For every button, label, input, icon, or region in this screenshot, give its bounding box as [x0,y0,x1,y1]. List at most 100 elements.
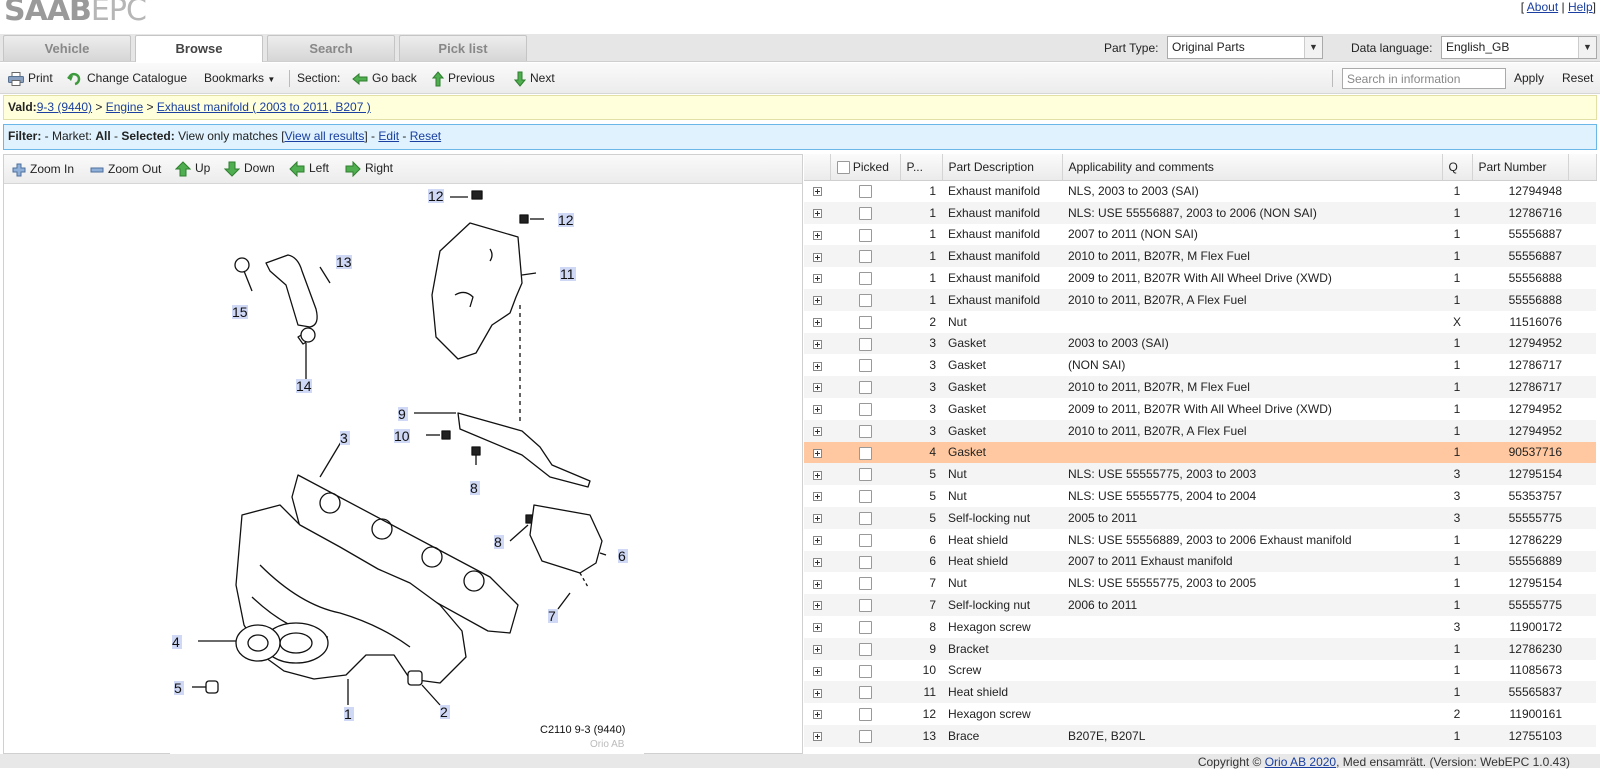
table-row[interactable]: 2 Nut X 11516076 [804,311,1596,333]
zoom-out-button[interactable]: Zoom Out [90,162,161,177]
table-row[interactable]: 3 Gasket (NON SAI) 1 12786717 [804,354,1596,376]
about-link[interactable]: About [1527,0,1558,14]
expand-plus-icon[interactable] [812,666,822,676]
table-row[interactable]: 11 Heat shield 1 55565837 [804,681,1596,704]
picked-checkbox[interactable] [858,577,872,591]
data-language-select[interactable]: English_GB ▼ [1441,36,1597,59]
callout-3[interactable]: 3 [340,430,348,446]
picked-cell[interactable] [830,398,900,420]
change-catalogue-button[interactable]: Change Catalogue [67,71,187,86]
table-row[interactable]: 6 Heat shield NLS: USE 55556889, 2003 to 2… [804,529,1596,551]
tab-browse[interactable]: Browse [135,35,263,62]
expand-cell[interactable] [804,485,830,507]
apply-button[interactable]: Apply [1514,71,1544,85]
picked-cell[interactable] [830,572,900,594]
print-button[interactable]: Print [8,71,53,86]
picked-cell[interactable] [830,506,900,529]
expand-cell[interactable] [804,398,830,420]
callout-15[interactable]: 15 [232,304,248,320]
picked-checkbox[interactable] [858,621,872,634]
picked-cell[interactable] [830,311,900,333]
bookmarks-menu[interactable]: Bookmarks ▼ [204,71,275,85]
callout-14[interactable]: 14 [296,378,312,394]
expand-cell[interactable] [804,529,830,551]
pan-left-button[interactable]: Left [289,161,329,177]
expand-plus-icon[interactable] [812,579,822,589]
expand-cell[interactable] [804,703,830,725]
breadcrumb-section-link[interactable]: Exhaust manifold ( 2003 to 2011, B207 ) [157,100,371,114]
table-row[interactable]: 5 Self-locking nut 2005 to 2011 3 55555775 [804,506,1596,529]
picked-checkbox[interactable] [858,555,872,569]
expand-plus-icon[interactable] [812,688,822,698]
expand-cell[interactable] [804,550,830,573]
picked-cell[interactable] [830,354,900,376]
orio-link[interactable]: Orio AB 2020 [1265,755,1336,769]
expand-plus-icon[interactable] [812,230,822,240]
callout-8[interactable]: 8 [470,480,478,496]
expand-cell[interactable] [804,681,830,704]
picked-cell[interactable] [830,681,900,704]
picked-cell[interactable] [830,529,900,551]
expand-cell[interactable] [804,245,830,268]
pan-right-button[interactable]: Right [345,161,393,177]
table-row[interactable]: 1 Exhaust manifold 2010 to 2011, B207R, M … [804,245,1596,268]
picked-checkbox[interactable] [858,490,872,504]
expand-cell[interactable] [804,506,830,529]
callout-5[interactable]: 5 [174,680,182,696]
expand-plus-icon[interactable] [812,644,822,654]
table-row[interactable]: 1 Exhaust manifold 2010 to 2011, B207R, A … [804,288,1596,311]
picked-checkbox[interactable] [858,337,872,351]
expand-cell[interactable] [804,332,830,355]
expand-cell[interactable] [804,201,830,224]
picked-cell[interactable] [830,376,900,398]
picked-cell[interactable] [830,267,900,289]
zoom-in-button[interactable]: Zoom In [12,162,74,177]
callout-1[interactable]: 1 [344,706,352,722]
exploded-parts-diagram[interactable]: 12 12 13 11 15 14 9 10 3 8 8 6 7 4 5 1 2… [170,185,644,755]
expand-cell[interactable] [804,637,830,660]
tab-search[interactable]: Search [267,35,395,61]
picked-checkbox[interactable] [858,403,872,417]
applicability-column-header[interactable]: Applicability and comments [1062,154,1443,181]
picked-checkbox[interactable] [858,250,872,264]
expand-plus-icon[interactable] [812,318,822,327]
callout-7[interactable]: 7 [548,608,556,624]
previous-button[interactable]: Previous [432,71,495,87]
table-row[interactable]: 5 Nut NLS: USE 55555775, 2004 to 2004 3 5535… [804,485,1596,507]
quantity-column-header[interactable]: Q [1442,154,1473,181]
select-all-checkbox[interactable] [836,160,850,174]
expand-plus-icon[interactable] [812,623,822,633]
picked-cell[interactable] [830,245,900,268]
callout-13[interactable]: 13 [336,254,352,270]
picked-cell[interactable] [830,463,900,486]
breadcrumb-model-link[interactable]: 9-3 (9440) [37,100,92,114]
picked-checkbox[interactable] [858,708,872,722]
expand-cell[interactable] [804,419,830,442]
search-input[interactable] [1342,68,1506,89]
tab-vehicle[interactable]: Vehicle [3,35,131,61]
table-row[interactable]: 3 Gasket 2010 to 2011, B207R, M Flex Fuel 1… [804,376,1596,398]
picked-checkbox[interactable] [858,686,872,700]
go-back-button[interactable]: Go back [352,71,417,85]
expand-cell[interactable] [804,376,830,398]
expand-plus-icon[interactable] [812,252,822,262]
expand-plus-icon[interactable] [812,209,822,219]
expand-plus-icon[interactable] [812,339,822,349]
table-row[interactable]: 13 Brace B207E, B207L 1 12755103 [804,724,1596,747]
callout-10[interactable]: 10 [394,428,410,444]
picked-checkbox[interactable] [858,468,872,482]
table-row[interactable]: 7 Nut NLS: USE 55555775, 2003 to 2005 1 1279… [804,572,1596,594]
picked-cell[interactable] [830,616,900,638]
expand-plus-icon[interactable] [812,405,822,415]
help-link[interactable]: Help [1568,0,1593,14]
table-row[interactable]: 8 Hexagon screw 3 11900172 [804,616,1596,638]
picked-cell[interactable] [830,332,900,355]
expand-cell[interactable] [804,616,830,638]
picked-cell[interactable] [830,703,900,725]
expand-plus-icon[interactable] [812,274,822,284]
picked-checkbox[interactable] [858,599,872,613]
table-row[interactable]: 1 Exhaust manifold 2007 to 2011 (NON SAI) 1… [804,224,1596,246]
expand-plus-icon[interactable] [812,732,822,742]
table-row[interactable]: 7 Self-locking nut 2006 to 2011 1 55555775 [804,594,1596,616]
next-button[interactable]: Next [514,71,555,87]
